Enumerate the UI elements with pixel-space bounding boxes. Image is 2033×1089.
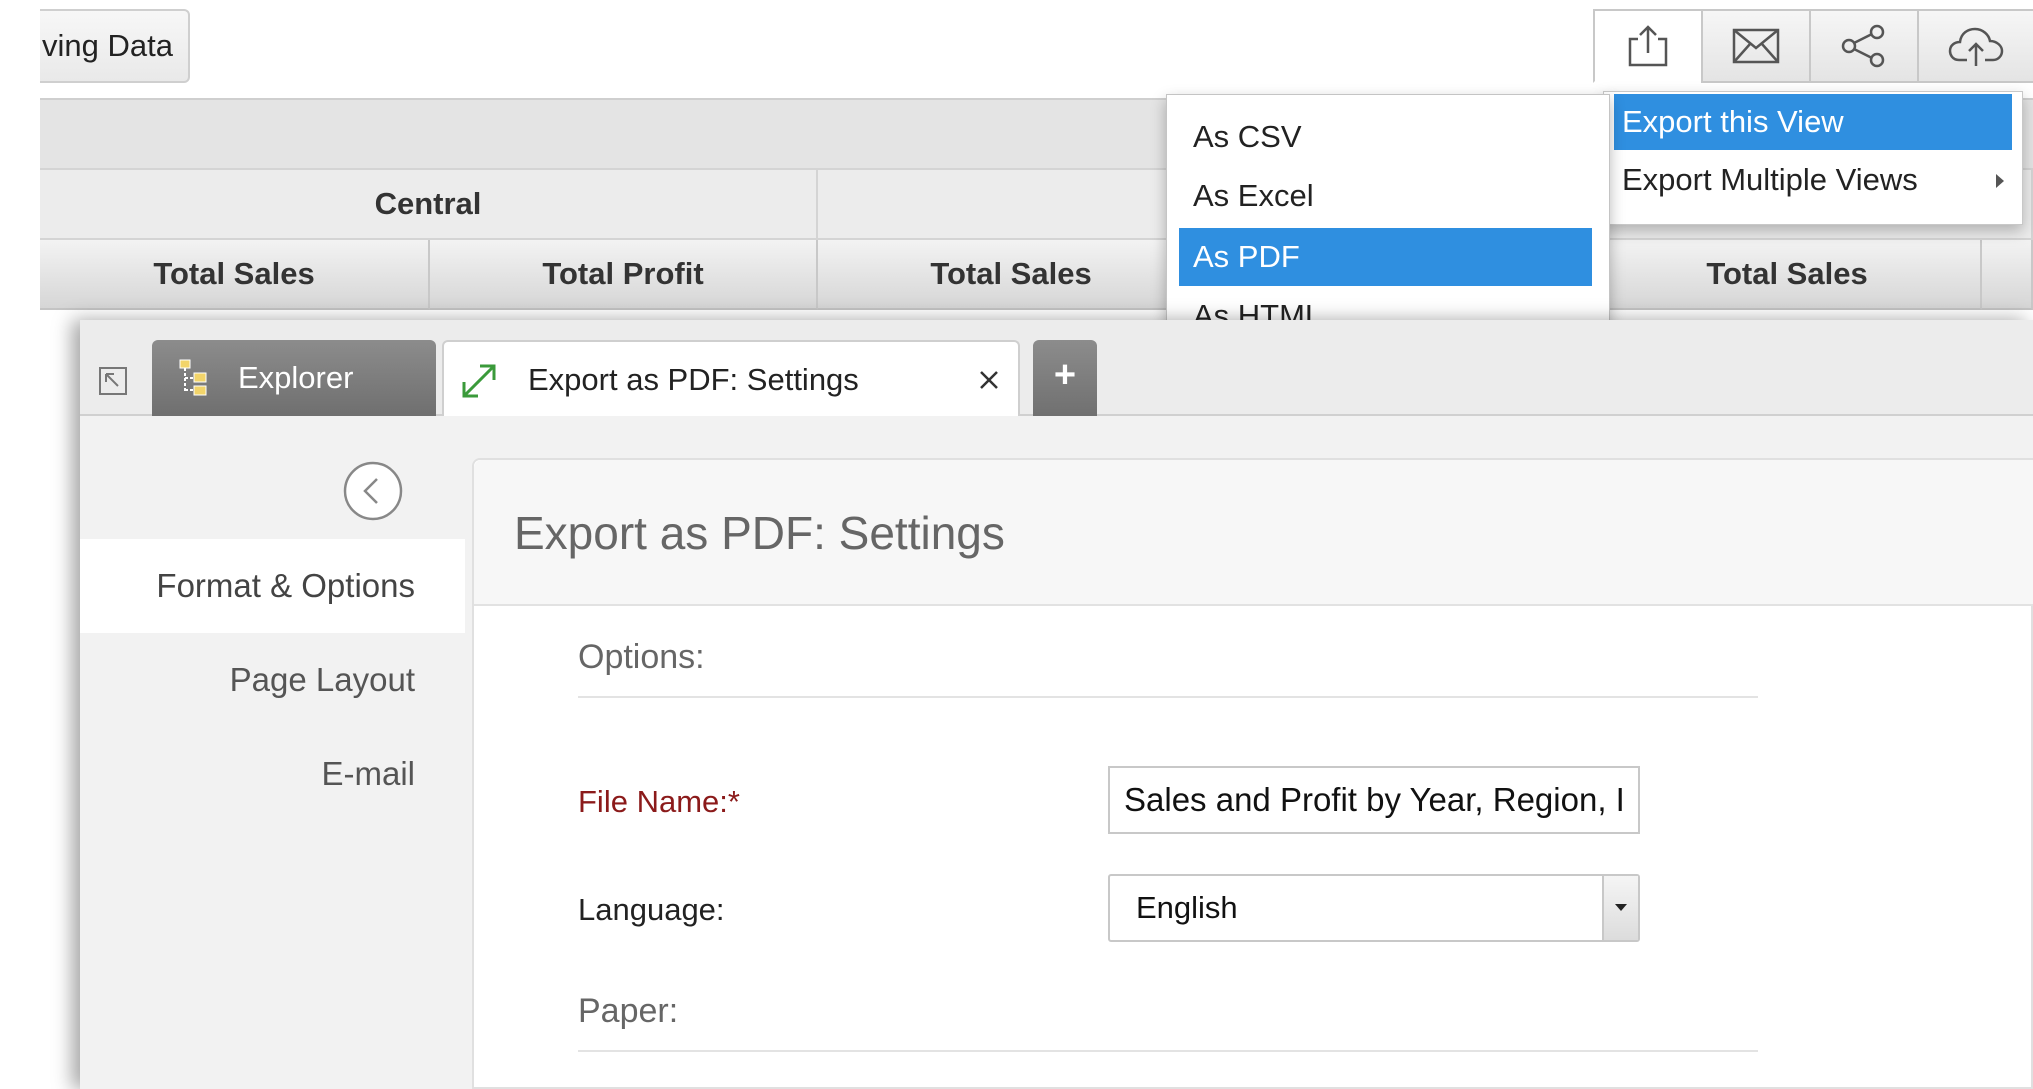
language-select[interactable]: English xyxy=(1108,874,1640,942)
share-button[interactable] xyxy=(1809,9,1917,83)
tab-explorer[interactable]: Explorer xyxy=(152,340,436,416)
nav-item-page-layout[interactable]: Page Layout xyxy=(80,633,465,727)
export-arrows-icon xyxy=(462,364,496,398)
back-circle-icon xyxy=(343,461,403,521)
add-tab-button[interactable]: + xyxy=(1033,340,1097,416)
settings-side-nav: Format & Options Page Layout E-mail xyxy=(80,416,465,1089)
export-toolbar xyxy=(1593,9,2033,83)
mail-icon xyxy=(1732,28,1780,64)
close-icon xyxy=(980,371,998,389)
collapse-panel-button[interactable] xyxy=(98,366,128,401)
group-header-central: Central xyxy=(40,170,818,240)
column-header-edge xyxy=(1982,240,2033,310)
back-button[interactable] xyxy=(342,460,404,527)
column-header-total-sales-2[interactable]: Total Sales xyxy=(818,240,1206,310)
language-selected-value: English xyxy=(1136,890,1238,925)
page-title: Export as PDF: Settings xyxy=(514,507,1005,559)
collapse-icon xyxy=(99,367,127,395)
export-button[interactable] xyxy=(1593,9,1701,83)
close-tab-button[interactable] xyxy=(978,342,1000,446)
explorer-tree-icon xyxy=(179,359,207,396)
tab-explorer-label: Explorer xyxy=(238,360,354,395)
caret-down-icon xyxy=(1615,904,1627,911)
column-header-total-profit-1[interactable]: Total Profit xyxy=(430,240,818,310)
export-menu: Export this View Export Multiple Views xyxy=(1603,91,2023,225)
menu-item-export-multiple-views[interactable]: Export Multiple Views xyxy=(1614,152,2012,208)
column-header-total-sales-3[interactable]: Total Sales xyxy=(1594,240,1982,310)
options-divider xyxy=(578,696,1758,698)
menu-item-as-pdf[interactable]: As PDF xyxy=(1179,228,1592,286)
options-heading: Options: xyxy=(578,638,705,676)
nav-item-email[interactable]: E-mail xyxy=(80,727,465,821)
paper-heading: Paper: xyxy=(578,992,679,1030)
file-name-label-text: File Name: xyxy=(578,784,728,819)
tab-bar: Explorer Export as PDF: Settings + xyxy=(80,320,2033,416)
email-button[interactable] xyxy=(1701,9,1809,83)
submenu-arrow-icon xyxy=(1996,174,2004,188)
settings-panel: Explorer Export as PDF: Settings + Forma… xyxy=(80,320,2033,1089)
viewing-data-button[interactable]: ving Data xyxy=(40,9,190,83)
menu-item-export-this-view[interactable]: Export this View xyxy=(1614,94,2012,150)
cloud-upload-icon xyxy=(1948,27,2004,66)
paper-divider xyxy=(578,1050,1758,1052)
column-header-total-sales-1[interactable]: Total Sales xyxy=(40,240,430,310)
upload-icon xyxy=(1628,25,1668,67)
menu-item-label: Export Multiple Views xyxy=(1622,162,1918,197)
menu-item-as-excel[interactable]: As Excel xyxy=(1179,167,1592,225)
publish-button[interactable] xyxy=(1917,9,2033,83)
nav-item-format-options[interactable]: Format & Options xyxy=(80,539,465,633)
share-icon xyxy=(1841,24,1885,68)
content-header: Export as PDF: Settings xyxy=(474,460,2033,606)
tab-export-pdf-settings[interactable]: Export as PDF: Settings xyxy=(442,340,1020,416)
plus-icon: + xyxy=(1053,354,1077,396)
language-label: Language: xyxy=(578,892,725,927)
file-name-input[interactable]: Sales and Profit by Year, Region, I xyxy=(1108,766,1640,834)
required-asterisk: * xyxy=(727,784,740,819)
file-name-label: File Name:* xyxy=(578,784,740,820)
language-dropdown-button[interactable] xyxy=(1602,876,1638,940)
tab-export-label: Export as PDF: Settings xyxy=(528,362,859,397)
settings-content: Export as PDF: Settings Options: File Na… xyxy=(472,458,2033,1089)
menu-item-as-csv[interactable]: As CSV xyxy=(1179,108,1592,166)
